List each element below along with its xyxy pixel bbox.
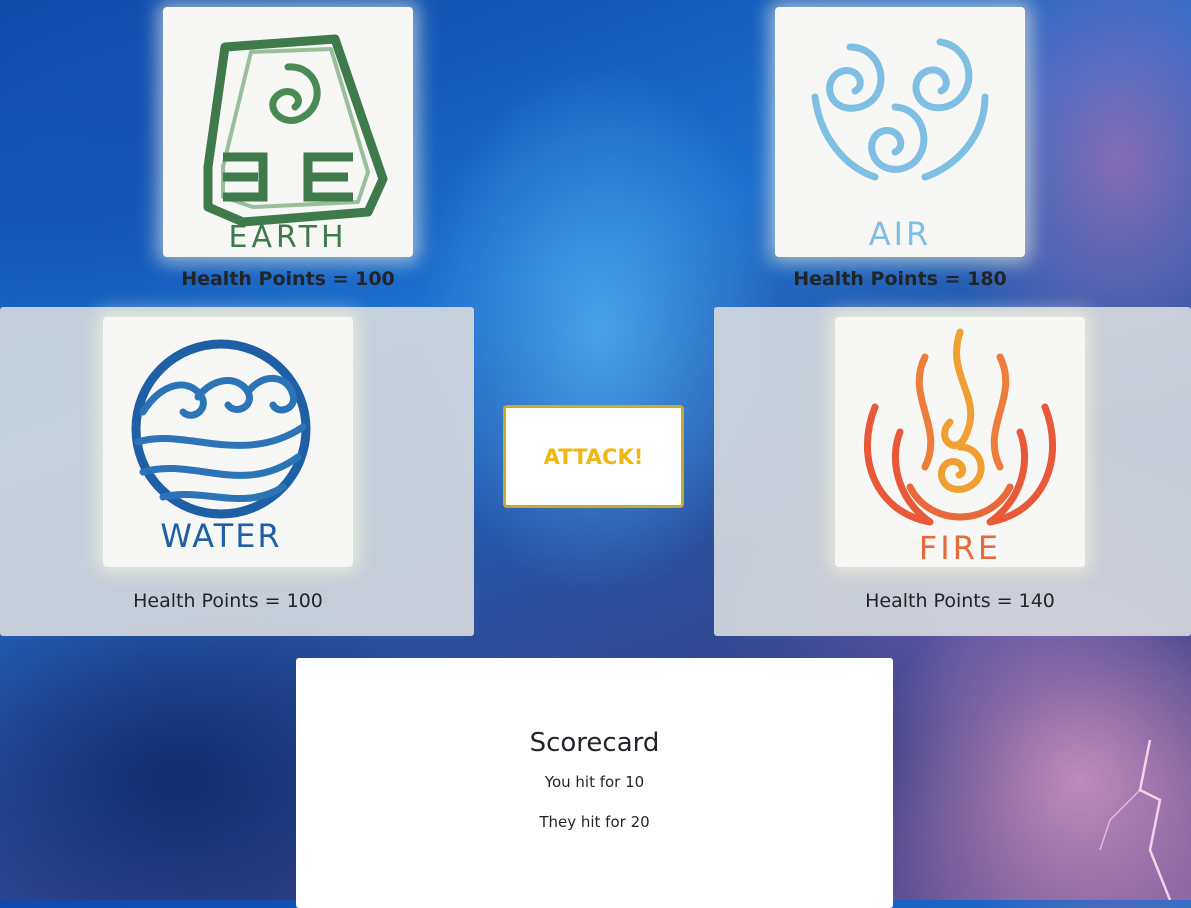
air-emblem-icon: AIR (811, 38, 989, 253)
water-card[interactable]: WATER (103, 317, 353, 567)
fire-emblem-label: FIRE (919, 529, 1001, 567)
scorecard-panel: Scorecard You hit for 10 They hit for 20 (296, 658, 893, 908)
air-health-label: Health Points = 180 (793, 268, 1007, 290)
earth-emblem-icon: EARTH (203, 34, 388, 255)
fire-card[interactable]: FIRE (835, 317, 1085, 567)
air-card[interactable]: AIR (775, 7, 1025, 257)
they-hit-text: They hit for 20 (539, 813, 650, 831)
fire-emblem-icon: FIRE (863, 328, 1057, 567)
attack-button[interactable]: ATTACK! (503, 405, 684, 508)
you-hit-text: You hit for 10 (544, 773, 645, 791)
water-health-label: Health Points = 100 (133, 590, 323, 612)
earth-emblem-label: EARTH (228, 220, 347, 255)
water-emblem-icon: WATER (131, 339, 311, 555)
fire-health-label: Health Points = 140 (865, 590, 1055, 612)
earth-health-label: Health Points = 100 (181, 268, 395, 290)
earth-card[interactable]: EARTH (163, 7, 413, 257)
scorecard-title: Scorecard (529, 728, 660, 758)
air-emblem-label: AIR (869, 215, 932, 253)
water-emblem-label: WATER (160, 517, 281, 555)
